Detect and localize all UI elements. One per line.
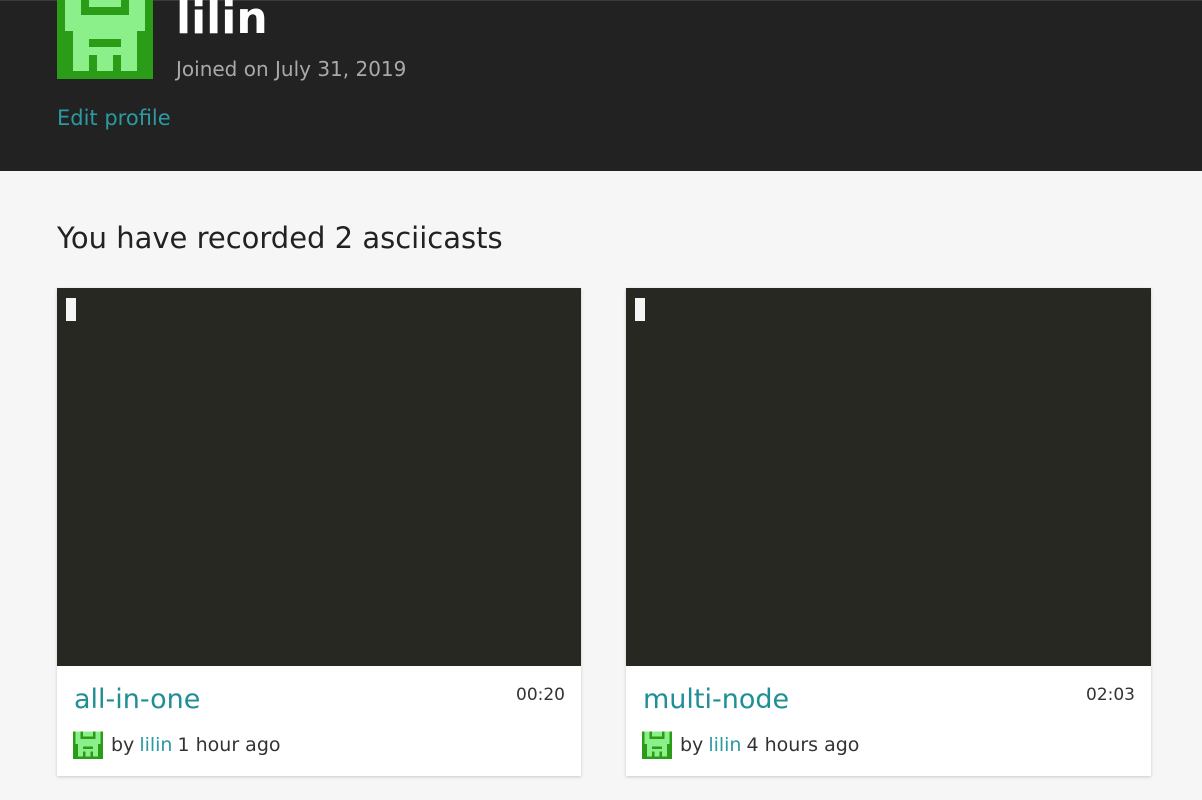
author-avatar[interactable]	[73, 730, 103, 760]
casts-section-heading: You have recorded 2 asciicasts	[57, 221, 503, 255]
by-label: by	[680, 734, 704, 756]
by-label: by	[111, 734, 135, 756]
terminal-cursor	[66, 298, 76, 321]
asciicast-meta: by lilin 1 hour ago	[73, 730, 281, 760]
joined-date: Joined on July 31, 2019	[176, 57, 407, 81]
edit-profile-link[interactable]: Edit profile	[57, 104, 171, 132]
asciicast-card: all-in-one 00:20 by lilin 1 hour ago	[57, 288, 581, 776]
asciicast-title-link[interactable]: multi-node	[643, 682, 789, 718]
profile-username: lilin	[176, 0, 268, 44]
asciicast-duration: 02:03	[1086, 685, 1135, 705]
asciicast-card: multi-node 02:03 by lilin 4 hours ago	[626, 288, 1151, 776]
asciicast-meta: by lilin 4 hours ago	[642, 730, 859, 760]
time-ago: 1 hour ago	[177, 734, 281, 756]
profile-avatar	[57, 0, 153, 81]
pixel-identicon-icon	[57, 0, 153, 79]
profile-header: lilin Joined on July 31, 2019 Edit profi…	[0, 0, 1202, 171]
asciicast-title-link[interactable]: all-in-one	[74, 682, 200, 718]
asciicast-thumbnail[interactable]	[57, 288, 581, 666]
terminal-cursor	[635, 298, 645, 321]
pixel-identicon-icon	[642, 731, 672, 759]
pixel-identicon-icon	[73, 731, 103, 759]
time-ago: 4 hours ago	[746, 734, 860, 756]
author-link[interactable]: lilin	[708, 734, 741, 756]
author-avatar[interactable]	[642, 730, 672, 760]
author-link[interactable]: lilin	[139, 734, 172, 756]
asciicast-duration: 00:20	[516, 685, 565, 705]
asciicast-thumbnail[interactable]	[626, 288, 1151, 666]
